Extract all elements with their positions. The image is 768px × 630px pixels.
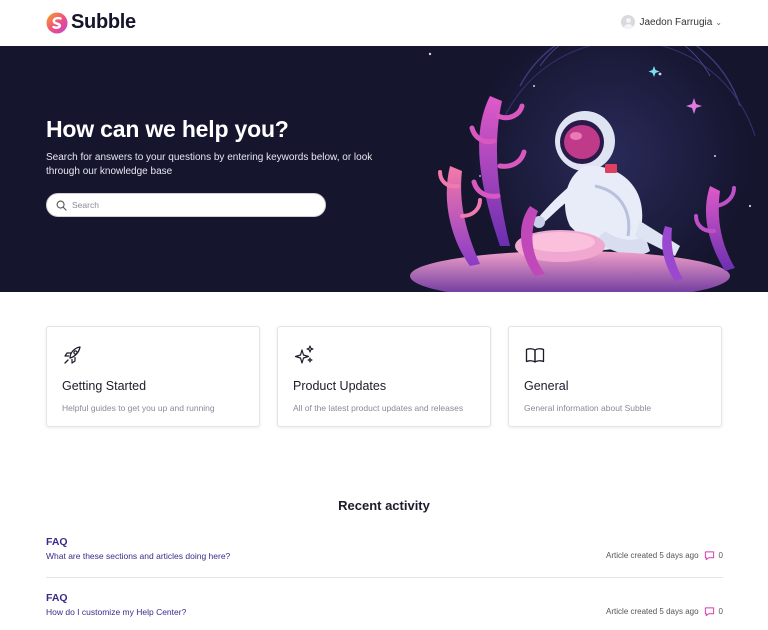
card-description: General information about Subble [524,403,652,413]
card-description: All of the latest product updates and re… [293,403,464,413]
brand-name: Subble [71,11,136,33]
comment-icon [704,607,714,617]
chevron-down-icon: ⌄ [715,17,722,27]
list-item: FAQ What are these sections and articles… [46,536,723,592]
search-bar[interactable] [46,193,326,217]
comment-icon [704,551,714,561]
activity-meta: Article created 5 days ago 0 [606,606,723,617]
card-title: General [524,379,569,393]
category-card-product-updates[interactable]: Product Updates All of the latest produc… [277,326,491,427]
card-title: Getting Started [62,379,147,393]
subble-logo-icon [46,12,68,33]
rocket-icon [64,346,81,364]
section-link[interactable]: FAQ [46,536,68,548]
recent-activity-heading: Recent activity [338,498,430,513]
card-description: Helpful guides to get you up and running [62,403,215,413]
divider [46,577,723,578]
section-link[interactable]: FAQ [46,592,68,604]
article-link[interactable]: How do I customize my Help Center? [46,607,186,617]
category-cards: Getting Started Helpful guides to get yo… [46,326,723,427]
activity-meta-text: Article created 5 days ago [606,607,699,616]
hero-banner: How can we help you? Search for answers … [0,46,768,292]
search-input[interactable] [72,200,312,210]
user-name: Jaedon Farrugia [639,16,713,28]
top-header: Subble Jaedon Farrugia ⌄ [0,0,768,46]
brand-logo[interactable]: Subble [46,11,136,34]
list-item: FAQ How do I customize my Help Center? A… [46,592,723,630]
search-icon [56,200,67,211]
activity-meta-text: Article created 5 days ago [606,551,699,560]
avatar [621,15,636,29]
card-title: Product Updates [293,379,387,393]
hero-subtitle: Search for answers to your questions by … [46,152,373,177]
activity-meta: Article created 5 days ago 0 [606,550,723,561]
comment-count: 0 [718,607,723,616]
category-card-getting-started[interactable]: Getting Started Helpful guides to get yo… [46,326,260,427]
comment-count: 0 [718,551,723,560]
article-link[interactable]: What are these sections and articles doi… [46,551,230,561]
book-icon [525,348,545,363]
category-card-general[interactable]: General General information about Subble [508,326,722,427]
user-menu[interactable]: Jaedon Farrugia ⌄ [621,15,722,29]
astronaut-illustration [410,46,756,292]
sparkles-icon [294,345,314,364]
hero-title: How can we help you? [46,116,289,142]
